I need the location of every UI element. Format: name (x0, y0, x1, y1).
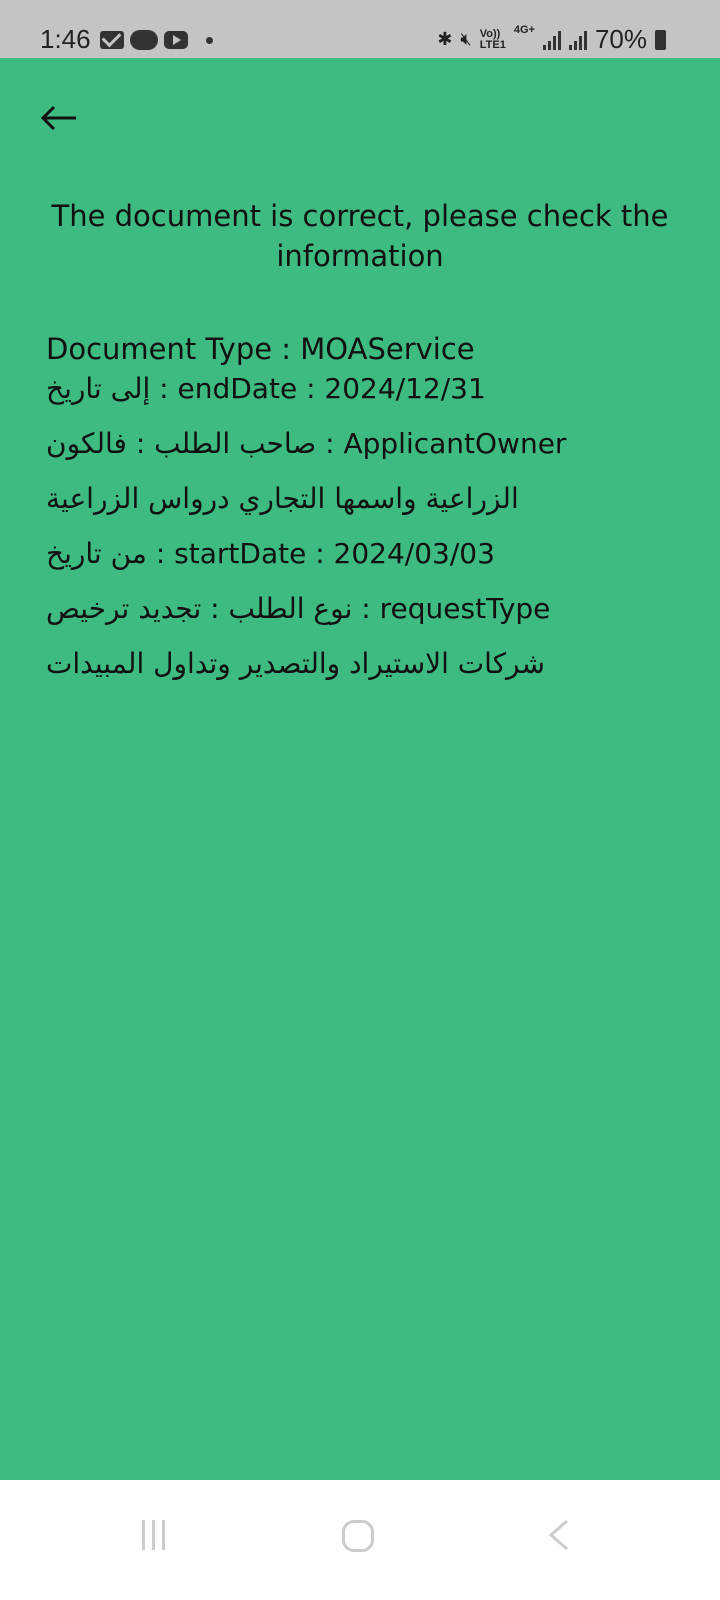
info-line-owner-name: الزراعية واسمها التجاري درواس الزراعية (46, 482, 519, 515)
signal-icon-1 (542, 30, 561, 50)
battery-percent: 70% (594, 24, 647, 54)
lte-label: LTE1 (479, 38, 506, 51)
volte-icon: Vo)) LTE1 (479, 27, 506, 51)
dot-icon (206, 36, 213, 44)
signal-icon-2 (568, 30, 587, 50)
arrow-left-icon[interactable] (40, 98, 80, 138)
info-line-document-type: Document Type : MOAService (46, 332, 475, 366)
bluetooth-icon: ✱ (437, 29, 453, 49)
status-bar: 1:46 ✱ 🔇︎ Vo)) LTE1 4G+ 70% (0, 0, 720, 58)
navigation-bar (0, 1480, 720, 1600)
battery-icon (655, 29, 666, 50)
document-info: Document Type : MOAService endDate : 202… (46, 330, 686, 683)
status-time: 1:46 (40, 24, 91, 54)
home-icon[interactable] (342, 1520, 374, 1552)
info-line-request-type: requestType : نوع الطلب : تجديد ترخيص (46, 592, 551, 625)
page-title: The document is correct, please check th… (51, 199, 669, 273)
info-line-start-date: startDate : 2024/03/03 : من تاريخ (46, 537, 495, 570)
mute-icon: 🔇︎ (460, 29, 472, 49)
volte-label: Vo)) (479, 27, 501, 40)
network-type: 4G+ (513, 24, 535, 36)
info-line-activity: شركات الاستيراد والتصدير وتداول المبيدات (46, 647, 545, 680)
notification-icons (100, 30, 213, 50)
system-icons: ✱ 🔇︎ Vo)) LTE1 4G+ 70% (437, 24, 666, 55)
mail-icon (100, 31, 124, 49)
recent-apps-icon[interactable] (142, 1520, 165, 1550)
info-line-end-date: endDate : 2024/12/31 : إلى تاريخ (46, 372, 486, 405)
cloud-icon (130, 30, 158, 50)
youtube-icon (164, 31, 188, 49)
info-line-applicant-owner: ApplicantOwner : صاحب الطلب : فالكون (46, 427, 567, 460)
back-icon[interactable] (545, 1518, 575, 1552)
